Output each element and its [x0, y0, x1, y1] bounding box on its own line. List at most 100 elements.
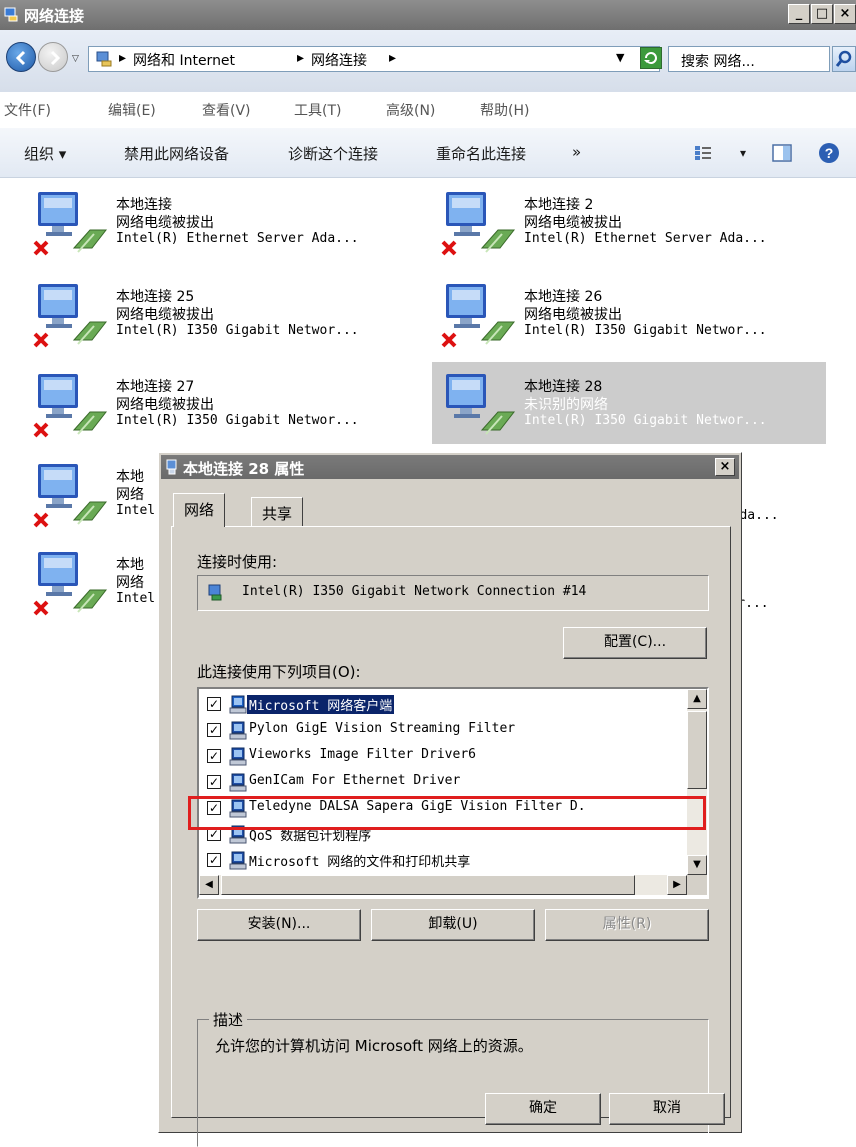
tab-network-label: 网络 — [184, 501, 215, 519]
network-connection-icon — [33, 552, 108, 616]
scroll-down-button[interactable]: ▼ — [687, 855, 707, 875]
connection-item[interactable]: 本地连接 2 网络电缆被拔出 Intel(R) Ethernet Server Ad… — [440, 190, 826, 262]
connect-using-label: 连接时使用: — [197, 553, 278, 571]
component-list-item[interactable]: ✓ Microsoft 网络的文件和打印机共享 — [203, 849, 679, 873]
install-button[interactable]: 安装(N)... — [197, 909, 361, 941]
scroll-left-button[interactable]: ◀ — [199, 875, 219, 895]
command-bar: 组织 ▾ 禁用此网络设备 诊断这个连接 重命名此连接 » ▾ ? — [0, 128, 856, 178]
breadcrumb-network-internet[interactable]: 网络和 Internet — [133, 50, 235, 70]
connection-item[interactable]: 本地连接 网络电缆被拔出 Intel(R) Ethernet Server Ada.… — [32, 190, 418, 262]
connection-status: 未识别的网络 — [524, 397, 608, 413]
connection-status: 网络 — [116, 575, 144, 591]
ok-button[interactable]: 确定 — [485, 1093, 601, 1125]
component-checkbox[interactable]: ✓ — [207, 697, 221, 711]
tab-network[interactable]: 网络 — [173, 493, 226, 527]
uninstall-button[interactable]: 卸载(U) — [371, 909, 535, 941]
properties-button[interactable]: 属性(R) — [545, 909, 709, 941]
refresh-button[interactable] — [640, 47, 662, 69]
dialog-close-button[interactable]: × — [715, 458, 735, 476]
maximize-button[interactable]: □ — [811, 4, 833, 24]
configure-button[interactable]: 配置(C)... — [563, 627, 707, 659]
svg-text:?: ? — [825, 145, 834, 161]
forward-arrow-icon — [50, 50, 61, 66]
component-list-item[interactable]: ✓ Pylon GigE Vision Streaming Filter — [203, 719, 679, 743]
network-folder-icon — [4, 7, 18, 22]
connection-status: 网络电缆被拔出 — [116, 215, 214, 231]
scroll-right-button[interactable]: ▶ — [667, 875, 687, 895]
connection-name: 本地连接 28 — [524, 379, 603, 395]
control-panel-icon — [96, 51, 112, 67]
minimize-button[interactable]: _ — [788, 4, 810, 24]
component-checkbox[interactable]: ✓ — [207, 749, 221, 763]
views-icon[interactable] — [694, 145, 712, 161]
connection-item[interactable]: 本地连接 27 网络电缆被拔出 Intel(R) I350 Gigabit Netw… — [32, 372, 418, 444]
vertical-scroll-thumb[interactable] — [687, 711, 707, 789]
menu-bar: 文件(F) 编辑(E) 查看(V) 工具(T) 高级(N) 帮助(H) — [0, 92, 856, 128]
tab-sharing[interactable]: 共享 — [251, 497, 304, 527]
component-label: Microsoft 网络客户端 — [247, 695, 395, 714]
network-connection-icon — [441, 284, 516, 348]
network-connection-icon — [441, 192, 516, 256]
recent-pages-dropdown[interactable]: ▽ — [72, 54, 79, 64]
search-icon — [835, 50, 852, 67]
connection-icon — [166, 459, 177, 475]
component-checkbox[interactable]: ✓ — [207, 853, 221, 867]
menu-advanced[interactable]: 高级(N) — [386, 100, 435, 120]
component-list-item[interactable]: ✓ GenICam For Ethernet Driver — [203, 771, 679, 795]
back-button[interactable] — [6, 42, 36, 72]
connection-item[interactable]: 本地连接 28 未识别的网络 Intel(R) I350 Gigabit Netwo… — [432, 362, 826, 444]
vertical-scrollbar[interactable]: ▲ ▼ — [687, 689, 707, 875]
connection-name: 本地连接 2 — [524, 197, 594, 213]
diagnose-button[interactable]: 诊断这个连接 — [288, 143, 378, 164]
close-button[interactable]: × — [834, 4, 856, 24]
menu-help[interactable]: 帮助(H) — [480, 100, 529, 120]
connection-status: 网络电缆被拔出 — [524, 215, 622, 231]
network-component-icon — [229, 747, 247, 766]
network-component-icon — [229, 721, 247, 740]
address-input[interactable]: ▸ 网络和 Internet ▸ 网络连接 ▸ — [88, 46, 660, 72]
breadcrumb-network-connections[interactable]: 网络连接 — [311, 50, 367, 70]
search-input[interactable]: 搜索 网络... — [668, 46, 830, 72]
component-checkbox[interactable]: ✓ — [207, 723, 221, 737]
components-listbox[interactable]: ✓ Microsoft 网络客户端 ✓ Pylon GigE Vision Strea… — [197, 687, 709, 899]
connection-name: 本地 — [116, 469, 144, 485]
connection-status: 网络电缆被拔出 — [116, 307, 214, 323]
network-component-icon — [229, 773, 247, 792]
highlight-annotation — [188, 796, 706, 830]
connection-name: 本地连接 — [116, 197, 172, 213]
breadcrumb-separator[interactable]: ▸ — [297, 50, 304, 66]
views-dropdown[interactable]: ▾ — [740, 146, 746, 160]
horizontal-scrollbar[interactable]: ◀ ▶ — [199, 875, 687, 895]
connection-item[interactable]: 本地连接 25 网络电缆被拔出 Intel(R) I350 Gigabit Netw… — [32, 282, 418, 354]
connection-item[interactable]: 本地连接 26 网络电缆被拔出 Intel(R) I350 Gigabit Netw… — [440, 282, 826, 354]
organize-button[interactable]: 组织 ▾ — [24, 143, 66, 164]
forward-button[interactable] — [38, 42, 68, 72]
menu-tools[interactable]: 工具(T) — [294, 100, 341, 120]
adapter-name: Intel(R) I350 Gigabit Network Connection… — [242, 584, 587, 599]
breadcrumb-separator[interactable]: ▸ — [389, 50, 396, 66]
breadcrumb-separator[interactable]: ▸ — [119, 50, 126, 66]
more-commands-button[interactable]: » — [572, 143, 581, 161]
properties-dialog: 本地连接 28 属性 × 网络 共享 连接时使用: Intel(R) I350 … — [158, 452, 742, 1147]
menu-edit[interactable]: 编辑(E) — [108, 100, 156, 120]
connection-name: 本地连接 27 — [116, 379, 195, 395]
component-checkbox[interactable]: ✓ — [207, 775, 221, 789]
rename-button[interactable]: 重命名此连接 — [436, 143, 526, 164]
component-list-item[interactable]: ✓ Vieworks Image Filter Driver6 — [203, 745, 679, 769]
help-icon[interactable]: ? — [818, 142, 840, 164]
search-button[interactable] — [832, 46, 856, 72]
horizontal-scroll-thumb[interactable] — [221, 875, 635, 895]
connection-adapter: Intel(R) I350 Gigabit Networ... — [116, 323, 359, 338]
menu-file[interactable]: 文件(F) — [4, 100, 51, 120]
address-dropdown-icon[interactable]: ▼ — [616, 51, 624, 64]
address-bar-area: ▽ ▸ 网络和 Internet ▸ 网络连接 ▸ ▼ 搜索 网络... — [0, 30, 856, 92]
component-list-item[interactable]: ✓ Microsoft 网络客户端 — [203, 693, 679, 717]
menu-view[interactable]: 查看(V) — [202, 100, 251, 120]
component-label: Pylon GigE Vision Streaming Filter — [249, 721, 516, 736]
disable-device-button[interactable]: 禁用此网络设备 — [124, 143, 229, 164]
preview-pane-icon[interactable] — [772, 144, 792, 162]
description-text: 允许您的计算机访问 Microsoft 网络上的资源。 — [215, 1037, 533, 1055]
refresh-icon — [644, 52, 657, 64]
cancel-button[interactable]: 取消 — [609, 1093, 725, 1125]
scroll-up-button[interactable]: ▲ — [687, 689, 707, 709]
